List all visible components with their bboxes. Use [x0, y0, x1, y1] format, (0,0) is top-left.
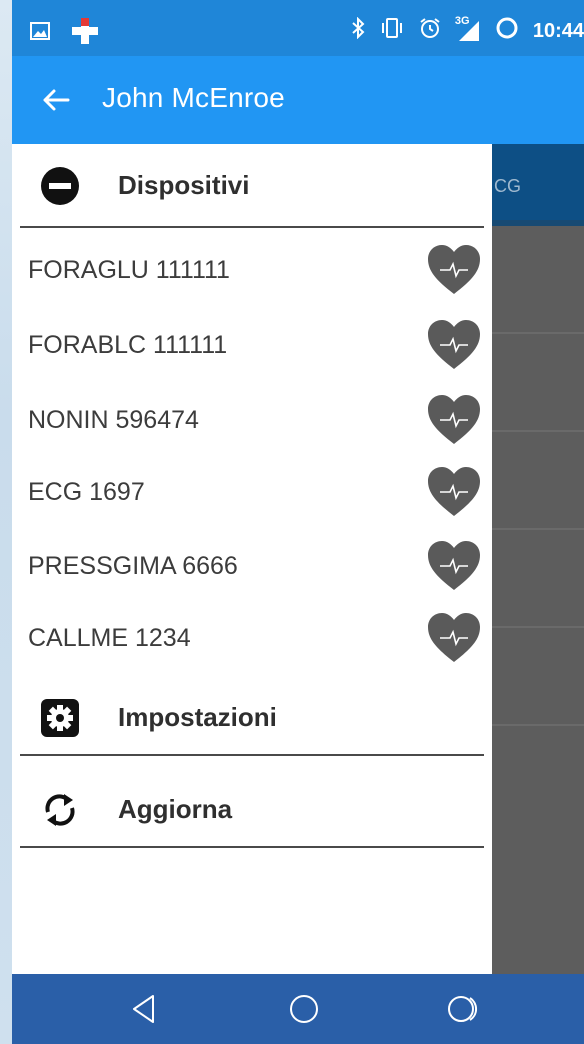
device-item[interactable]: CALLME 1234: [12, 604, 492, 676]
device-label: ECG 1697: [28, 478, 145, 506]
background-row-divider: [492, 528, 584, 530]
device-item[interactable]: ECG 1697: [12, 458, 492, 530]
system-navigation-bar: [12, 974, 584, 1044]
heart-pulse-icon[interactable]: [426, 540, 482, 592]
navigation-drawer: Dispositivi FORAGLU 111111 FORABLC 11111…: [12, 144, 492, 974]
settings-label: Impostazioni: [118, 702, 277, 732]
heart-pulse-icon[interactable]: [426, 319, 482, 371]
image-icon: [30, 22, 50, 45]
divider: [20, 754, 484, 756]
heart-pulse-icon[interactable]: [426, 394, 482, 446]
app-plus-icon: [72, 18, 98, 49]
status-bar: 3G 10:44: [12, 0, 584, 56]
network-type-label: 3G: [454, 15, 470, 27]
back-nav-icon[interactable]: [128, 992, 162, 1026]
heart-pulse-icon[interactable]: [426, 244, 482, 296]
refresh-icon: [40, 790, 80, 830]
device-item[interactable]: FORAGLU 111111: [12, 236, 492, 308]
divider: [20, 226, 484, 228]
app-bar: John McEnroe: [12, 56, 584, 144]
heart-pulse-icon[interactable]: [426, 466, 482, 518]
recents-nav-icon[interactable]: [446, 992, 480, 1026]
app-title: John McEnroe: [102, 82, 285, 113]
background-row-divider: [492, 724, 584, 726]
device-item[interactable]: PRESSGIMA 6666: [12, 532, 492, 604]
bluetooth-icon: [351, 16, 365, 45]
devices-section-label: Dispositivi: [118, 170, 250, 200]
background-tab-indicator: [492, 220, 584, 226]
device-label: NONIN 596474: [28, 406, 199, 434]
settings-gear-icon: [40, 698, 80, 738]
device-item[interactable]: FORABLC 111111: [12, 311, 492, 383]
device-label: CALLME 1234: [28, 624, 191, 652]
device-label: FORAGLU 111111: [28, 256, 230, 284]
home-nav-icon[interactable]: [287, 992, 321, 1026]
status-time: 10:44: [532, 19, 584, 42]
device-label: FORABLC 111111: [28, 331, 228, 359]
device-item[interactable]: NONIN 596474: [12, 386, 492, 458]
battery-ring-icon: [495, 16, 519, 46]
background-tab: CG: [492, 144, 584, 224]
status-left-icons: [30, 18, 98, 49]
device-screen: 3G 10:44 John McEnroe CG Dispositivi FOR…: [12, 0, 584, 1044]
minus-circle-icon: [40, 166, 80, 206]
divider: [20, 846, 484, 848]
background-row-divider: [492, 626, 584, 628]
background-tab-label: CG: [494, 176, 521, 196]
alarm-icon: [419, 17, 441, 45]
settings-item[interactable]: Impostazioni: [12, 676, 492, 758]
refresh-item[interactable]: Aggiorna: [12, 768, 492, 850]
status-right-icons: 3G 10:44: [351, 15, 584, 46]
vibrate-icon: [379, 17, 405, 45]
devices-section-header[interactable]: Dispositivi: [12, 144, 492, 226]
heart-pulse-icon[interactable]: [426, 612, 482, 664]
device-label: PRESSGIMA 6666: [28, 552, 238, 580]
refresh-label: Aggiorna: [118, 794, 233, 824]
background-row-divider: [492, 332, 584, 334]
back-arrow-icon[interactable]: [40, 84, 72, 116]
signal-icon: 3G: [455, 15, 481, 43]
background-row-divider: [492, 430, 584, 432]
